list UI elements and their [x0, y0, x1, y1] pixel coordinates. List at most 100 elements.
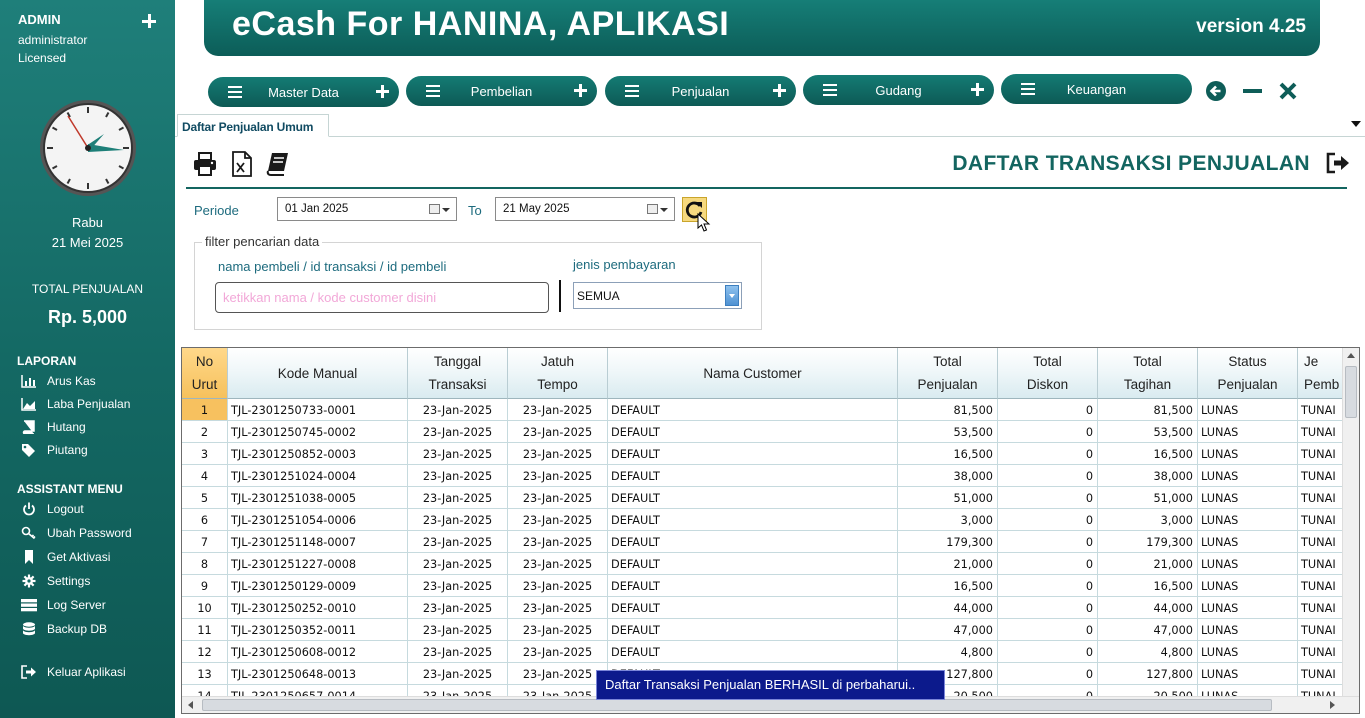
sidebar-item-label: Ubah Password	[47, 526, 132, 540]
sidebar-item-get-aktivasi[interactable]: Get Aktivasi	[20, 548, 110, 566]
menu-label: Master Data	[268, 85, 339, 100]
scroll-thumb[interactable]	[202, 699, 1272, 711]
tab-dropdown-arrow-icon[interactable]	[1351, 121, 1361, 127]
cell-col-total-tagihan: 3,000	[1098, 509, 1198, 531]
cell-col-total-penjualan: 16,500	[898, 443, 998, 465]
jenis-pembayaran-select[interactable]: SEMUA	[573, 282, 742, 309]
book-icon[interactable]	[265, 151, 291, 177]
cell-col-customer: DEFAULT	[608, 553, 898, 575]
print-icon[interactable]	[192, 151, 218, 177]
cell-col-total-tagihan: 51,000	[1098, 487, 1198, 509]
power-icon	[20, 502, 38, 516]
scroll-left-icon[interactable]	[188, 701, 193, 709]
scroll-up-icon[interactable]	[1347, 353, 1355, 358]
app-version: version 4.25	[1196, 16, 1306, 37]
table-row[interactable]: 4 TJL-2301251024-0004 23-Jan-2025 23-Jan-20…	[182, 465, 1359, 487]
exit-icon[interactable]	[1326, 152, 1350, 174]
date-to-picker[interactable]: 21 May 2025	[495, 197, 675, 221]
header-col-kode[interactable]: Kode Manual	[228, 348, 408, 399]
minimize-icon[interactable]	[1242, 80, 1264, 102]
table-row[interactable]: 12 TJL-2301250608-0012 23-Jan-2025 23-Jan-2…	[182, 641, 1359, 663]
table-row[interactable]: 2 TJL-2301250745-0002 23-Jan-2025 23-Jan-20…	[182, 421, 1359, 443]
menu-pembelian[interactable]: Pembelian	[406, 76, 597, 106]
header-col-status[interactable]: Status Penjualan	[1198, 348, 1298, 399]
header-col-total-diskon[interactable]: Total Diskon	[998, 348, 1098, 399]
sidebar-item-settings[interactable]: Settings	[20, 572, 90, 590]
plus-icon[interactable]	[971, 83, 984, 96]
header-col-total-penjualan[interactable]: Total Penjualan	[898, 348, 998, 399]
cell-col-no: 1	[182, 399, 228, 421]
cell-col-total-tagihan: 38,000	[1098, 465, 1198, 487]
expand-plus-icon[interactable]	[142, 14, 156, 28]
calendar-icon[interactable]	[647, 204, 658, 214]
sidebar-item-label: Get Aktivasi	[47, 550, 111, 564]
cell-col-total-tagihan: 44,000	[1098, 597, 1198, 619]
table-row[interactable]: 7 TJL-2301251148-0007 23-Jan-2025 23-Jan-20…	[182, 531, 1359, 553]
cell-col-jatuh-tempo: 23-Jan-2025	[508, 531, 608, 553]
header-text: Kode Manual	[277, 365, 358, 381]
table-row[interactable]: 11 TJL-2301250352-0011 23-Jan-2025 23-Jan-2…	[182, 619, 1359, 641]
plus-icon[interactable]	[376, 85, 389, 98]
close-icon[interactable]	[1277, 80, 1299, 102]
cell-col-status: LUNAS	[1198, 509, 1298, 531]
cell-col-total-diskon: 0	[998, 509, 1098, 531]
cell-col-status: LUNAS	[1198, 553, 1298, 575]
table-row[interactable]: 3 TJL-2301250852-0003 23-Jan-2025 23-Jan-20…	[182, 443, 1359, 465]
date-from-picker[interactable]: 01 Jan 2025	[277, 197, 457, 221]
sidebar-item-laba-penjualan[interactable]: Laba Penjualan	[20, 395, 130, 413]
menu-master-data[interactable]: Master Data	[208, 77, 399, 107]
sidebar-item-backup-db[interactable]: Backup DB	[20, 620, 107, 638]
cell-col-tanggal: 23-Jan-2025	[408, 641, 508, 663]
sign-out-icon	[20, 665, 38, 679]
header-col-total-tagihan[interactable]: Total Tagihan	[1098, 348, 1198, 399]
menu-label: Pembelian	[470, 84, 533, 99]
sidebar-item-ubah-password[interactable]: Ubah Password	[20, 524, 132, 542]
sidebar-item-label: Keluar Aplikasi	[47, 665, 126, 679]
cell-col-customer: DEFAULT	[608, 399, 898, 421]
cell-col-jatuh-tempo: 23-Jan-2025	[508, 465, 608, 487]
vertical-scrollbar[interactable]	[1342, 348, 1359, 696]
chevron-down-icon[interactable]	[725, 285, 739, 306]
total-sales-value: Rp. 5,000	[47, 307, 128, 327]
sidebar-item-hutang[interactable]: Hutang	[20, 418, 86, 436]
cell-col-no: 8	[182, 553, 228, 575]
back-arrow-icon[interactable]	[1205, 80, 1227, 102]
search-input[interactable]	[215, 282, 549, 313]
menu-penjualan[interactable]: Penjualan	[605, 76, 796, 106]
excel-export-icon[interactable]	[229, 151, 255, 177]
sidebar-item-logout[interactable]: Logout	[20, 500, 84, 518]
table-row[interactable]: 6 TJL-2301251054-0006 23-Jan-2025 23-Jan-20…	[182, 509, 1359, 531]
header-col-customer[interactable]: Nama Customer	[608, 348, 898, 399]
table-row[interactable]: 10 TJL-2301250252-0010 23-Jan-2025 23-Jan-2…	[182, 597, 1359, 619]
calendar-icon[interactable]	[429, 204, 440, 214]
menu-gudang[interactable]: Gudang	[803, 75, 994, 105]
laporan-section-title: LAPORAN	[17, 354, 77, 368]
sidebar-item-log-server[interactable]: Log Server	[20, 596, 106, 614]
table-row[interactable]: 8 TJL-2301251227-0008 23-Jan-2025 23-Jan-20…	[182, 553, 1359, 575]
tab-strip: Daftar Penjualan Umum	[175, 114, 1365, 137]
table-row[interactable]: 1 TJL-2301250733-0001 23-Jan-2025 23-Jan-20…	[182, 399, 1359, 421]
sidebar-item-piutang[interactable]: Piutang	[20, 441, 88, 459]
plus-icon[interactable]	[574, 84, 587, 97]
header-col-jatuh-tempo[interactable]: Jatuh Tempo	[508, 348, 608, 399]
cell-col-no: 9	[182, 575, 228, 597]
table-row[interactable]: 9 TJL-2301250129-0009 23-Jan-2025 23-Jan-20…	[182, 575, 1359, 597]
cell-col-jatuh-tempo: 23-Jan-2025	[508, 619, 608, 641]
header-col-tanggal[interactable]: Tanggal Transaksi	[408, 348, 508, 399]
header-col-no[interactable]: No Urut	[182, 348, 228, 399]
plus-icon[interactable]	[773, 84, 786, 97]
chevron-down-icon[interactable]	[660, 208, 668, 212]
chevron-down-icon[interactable]	[442, 208, 450, 212]
cell-col-total-penjualan: 38,000	[898, 465, 998, 487]
cell-col-kode: TJL-2301250352-0011	[228, 619, 408, 641]
sidebar-item-keluar-aplikasi[interactable]: Keluar Aplikasi	[20, 663, 126, 681]
scroll-thumb[interactable]	[1345, 366, 1357, 418]
key-icon	[20, 526, 38, 540]
sidebar-item-arus-kas[interactable]: Arus Kas	[20, 372, 96, 390]
header-text: Nama Customer	[703, 365, 802, 381]
cell-col-total-penjualan: 81,500	[898, 399, 998, 421]
table-row[interactable]: 5 TJL-2301251038-0005 23-Jan-2025 23-Jan-20…	[182, 487, 1359, 509]
menu-keuangan[interactable]: Keuangan	[1001, 74, 1192, 104]
tab-daftar-penjualan-umum[interactable]: Daftar Penjualan Umum	[177, 114, 329, 137]
scroll-right-icon[interactable]	[1330, 701, 1335, 709]
